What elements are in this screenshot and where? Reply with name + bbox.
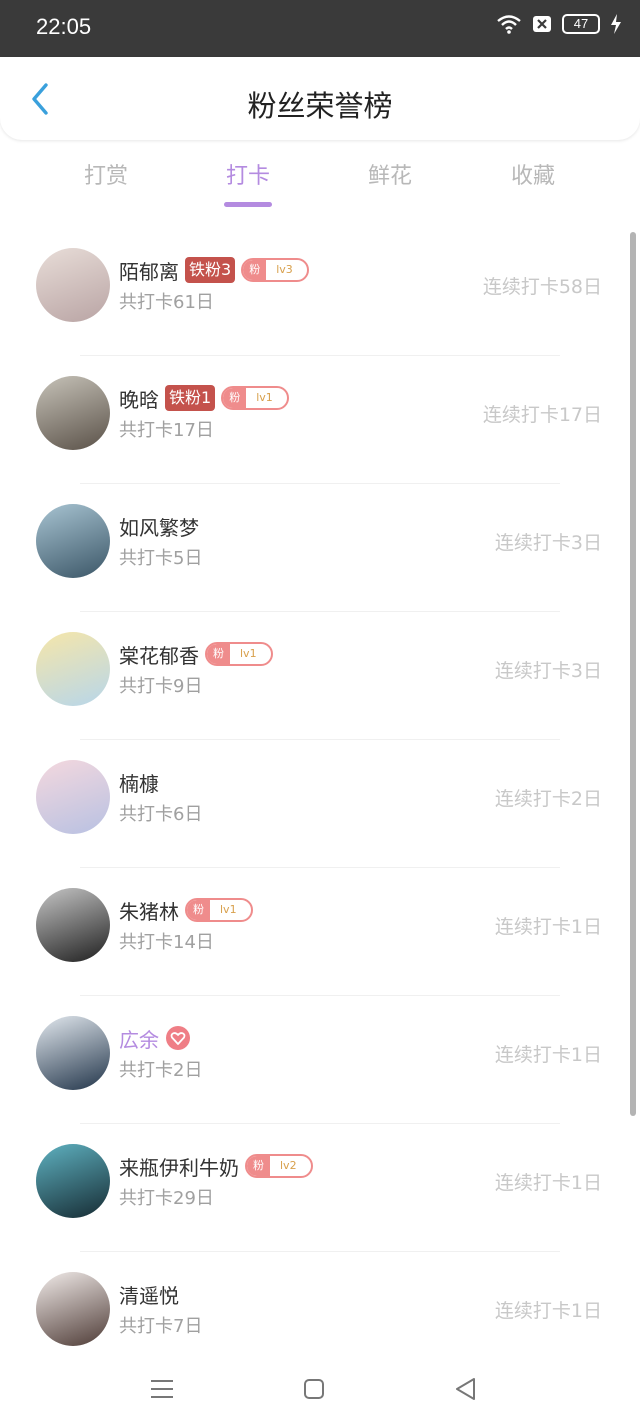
tab-flowers[interactable]: 鲜花 [340,158,440,190]
tab-checkin-label: 打卡 [225,164,270,189]
username[interactable]: 広余 [119,1024,159,1053]
streak-checkin: 连续打卡1日 [494,1172,602,1194]
scrollbar[interactable] [630,232,636,1116]
fan-badge-level: lv2 [280,1159,297,1172]
iron-fan-badge: 铁粉1 [165,385,216,411]
name-line: 棠花郁香粉 lv1 [119,640,273,668]
fan-badge-label: 粉 [187,900,210,920]
fan-badge-level: lv3 [276,263,293,276]
heart-badge-icon [165,1025,191,1051]
list-item[interactable]: 晚晗 铁粉1 粉 lv1 共打卡17日 连续打卡17日 [0,356,640,484]
charging-icon [611,14,621,34]
fan-level-badge: 粉 lv1 [221,386,289,410]
fan-badge-level: lv1 [240,647,257,660]
system-nav-bar [0,1355,640,1422]
streak-checkin: 连续打卡2日 [494,788,602,810]
total-checkin: 共打卡14日 [119,932,214,953]
back-triangle-icon [456,1378,475,1400]
total-checkin: 共打卡61日 [119,292,214,313]
list-item[interactable]: 棠花郁香粉 lv1 共打卡9日 连续打卡3日 [0,612,640,740]
username[interactable]: 如风繁梦 [119,512,199,541]
tab-checkin[interactable]: 打卡 [198,158,298,207]
tab-active-indicator [224,202,272,207]
fan-level-badge: 粉 lv2 [245,1154,313,1178]
list-item[interactable]: 広余共打卡2日 连续打卡1日 [0,996,640,1124]
page-header: 粉丝荣誉榜 [0,57,640,140]
fan-badge-label: 粉 [243,260,267,280]
username[interactable]: 来瓶伊利牛奶 [119,1152,239,1181]
streak-checkin: 连续打卡1日 [494,1300,602,1322]
tab-favorites[interactable]: 收藏 [483,158,583,190]
fan-level-badge: 粉 lv3 [241,258,309,282]
streak-checkin: 连续打卡58日 [482,276,602,298]
total-checkin: 共打卡2日 [119,1060,203,1081]
list-item[interactable]: 来瓶伊利牛奶粉 lv2 共打卡29日 连续打卡1日 [0,1124,640,1252]
tab-reward[interactable]: 打赏 [56,158,156,190]
fan-badge-label: 粉 [223,388,247,408]
avatar[interactable] [36,1272,110,1346]
status-bar: 22:05 47 [0,0,640,57]
fan-level-badge: 粉 lv1 [205,642,273,666]
list-item[interactable]: 如风繁梦共打卡5日 连续打卡3日 [0,484,640,612]
total-checkin: 共打卡29日 [119,1188,214,1209]
username[interactable]: 晚晗 [119,384,159,413]
avatar[interactable] [36,376,110,450]
avatar[interactable] [36,888,110,962]
name-line: 晚晗 铁粉1 粉 lv1 [119,384,289,412]
total-checkin: 共打卡9日 [119,676,203,697]
avatar[interactable] [36,504,110,578]
iron-fan-badge: 铁粉3 [185,257,236,283]
total-checkin: 共打卡5日 [119,548,203,569]
fan-badge-label: 粉 [207,644,230,664]
avatar[interactable] [36,632,110,706]
menu-button[interactable] [142,1369,182,1409]
name-line: 清遥悦 [119,1280,179,1308]
username[interactable]: 棠花郁香 [119,640,199,669]
name-line: 朱猪林粉 lv1 [119,896,253,924]
name-line: 楠槺 [119,768,159,796]
name-line: 如风繁梦 [119,512,199,540]
username[interactable]: 陌郁离 [119,256,179,285]
streak-checkin: 连续打卡1日 [494,916,602,938]
avatar[interactable] [36,1016,110,1090]
username[interactable]: 楠槺 [119,768,159,797]
streak-checkin: 连续打卡1日 [494,1044,602,1066]
fan-badge-label: 粉 [247,1156,270,1176]
avatar[interactable] [36,248,110,322]
fan-level-badge: 粉 lv1 [185,898,253,922]
streak-checkin: 连续打卡3日 [494,660,602,682]
avatar[interactable] [36,1144,110,1218]
fan-ranking-list: 陌郁离 铁粉3 粉 lv3 共打卡61日 连续打卡58日 晚晗 铁粉1 粉 lv1 共打卡17日 连续… [0,228,640,1380]
username[interactable]: 清遥悦 [119,1280,179,1309]
home-button[interactable] [294,1369,334,1409]
name-line: 来瓶伊利牛奶粉 lv2 [119,1152,313,1180]
list-item[interactable]: 朱猪林粉 lv1 共打卡14日 连续打卡1日 [0,868,640,996]
name-line: 広余 [119,1024,191,1052]
home-square-icon [304,1379,324,1399]
list-item[interactable]: 楠槺共打卡6日 连续打卡2日 [0,740,640,868]
status-time: 22:05 [36,14,92,39]
page-title: 粉丝荣誉榜 [247,89,393,123]
streak-checkin: 连续打卡17日 [482,404,602,426]
menu-icon [151,1380,173,1398]
fan-badge-level: lv1 [220,903,237,916]
battery-level: 47 [562,14,600,34]
fan-badge-level: lv1 [256,391,273,404]
total-checkin: 共打卡17日 [119,420,214,441]
back-nav-button[interactable] [446,1369,486,1409]
list-item[interactable]: 陌郁离 铁粉3 粉 lv3 共打卡61日 连续打卡58日 [0,228,640,356]
username[interactable]: 朱猪林 [119,896,179,925]
total-checkin: 共打卡7日 [119,1316,203,1337]
wifi-icon [497,15,521,34]
name-line: 陌郁离 铁粉3 粉 lv3 [119,256,309,284]
avatar[interactable] [36,760,110,834]
tab-bar: 打赏 打卡 鲜花 收藏 [0,150,640,210]
total-checkin: 共打卡6日 [119,804,203,825]
streak-checkin: 连续打卡3日 [494,532,602,554]
sim-close-icon [533,16,551,32]
status-icons: 47 [496,14,622,34]
